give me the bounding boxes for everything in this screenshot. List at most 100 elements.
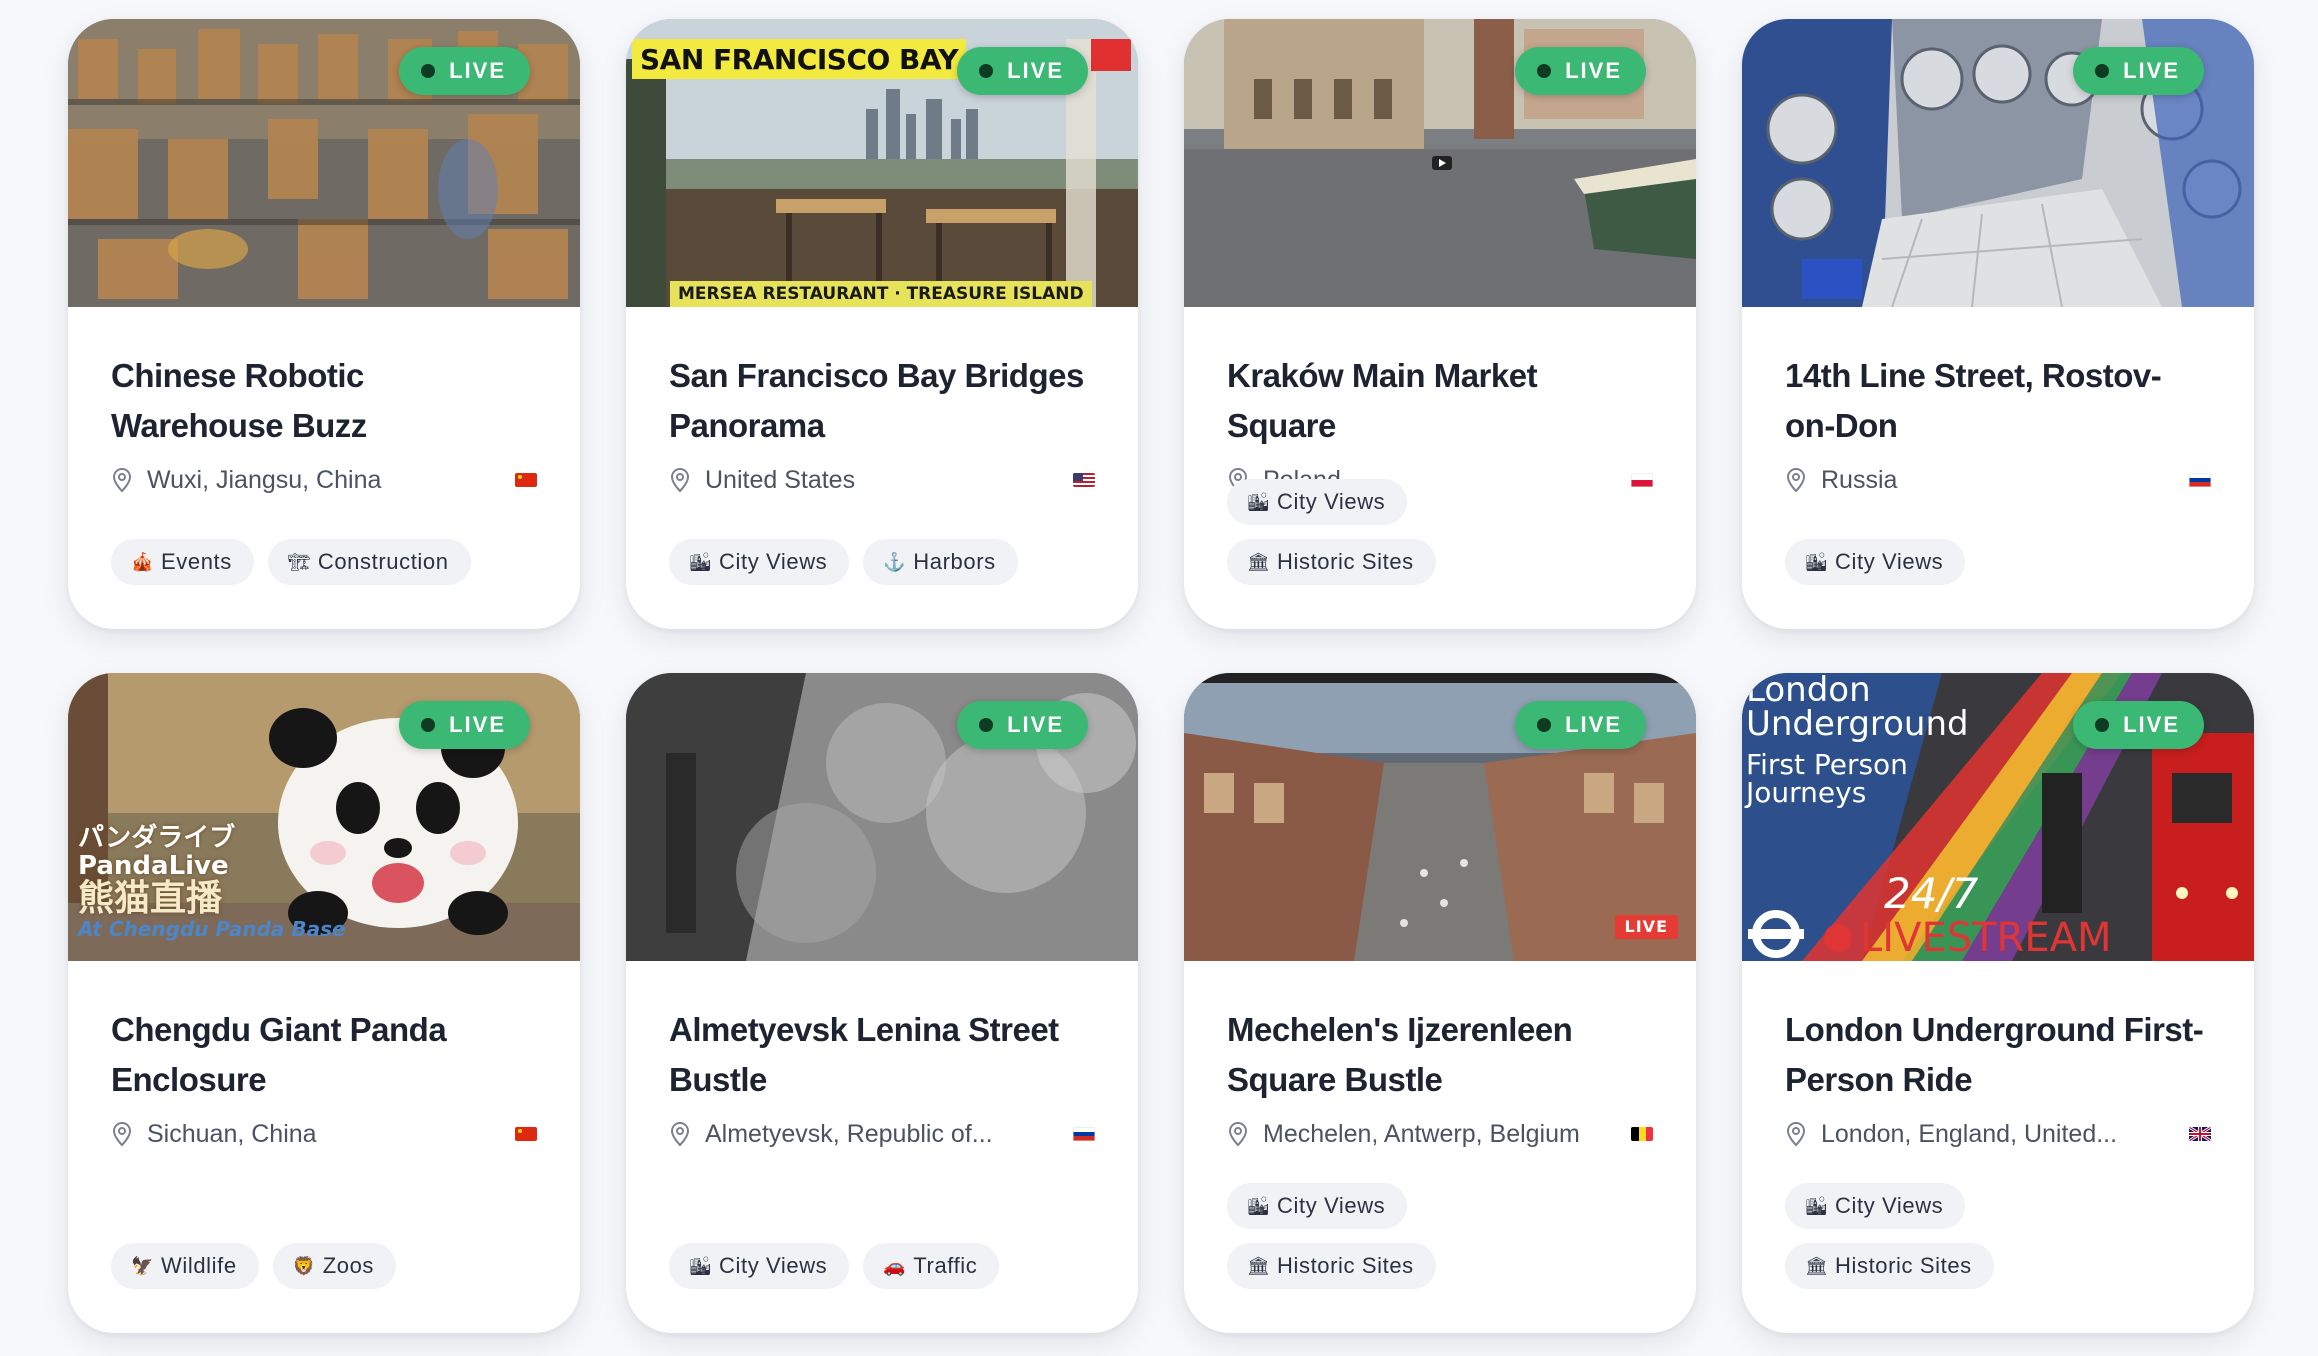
cityscape-icon: 🏙	[689, 1256, 713, 1276]
cityscape-icon: 🏙	[689, 552, 713, 572]
classical-building-icon: 🏛	[1247, 552, 1271, 572]
tag-historic-sites[interactable]: 🏛 Historic Sites	[1227, 539, 1436, 585]
classical-building-icon: 🏛	[1805, 1256, 1829, 1276]
tag-city-views[interactable]: 🏙 City Views	[1227, 1183, 1408, 1229]
tag-list: 🏙 City Views	[1785, 539, 2211, 585]
tag-list: 🏙 City Views 🏛 Historic Sites	[1785, 1183, 2211, 1289]
live-dot-icon	[2095, 64, 2110, 78]
tag-events[interactable]: 🎪 Events	[111, 539, 254, 585]
stream-card[interactable]: LIVE 14th Line Street, Rostov-on-Don Rus…	[1742, 19, 2254, 629]
belgium-flag-icon	[1631, 1127, 1653, 1141]
live-badge: LIVE	[1515, 47, 1646, 95]
live-badge: LIVE	[2073, 47, 2204, 95]
thumbnail-caption: パンダライブ PandaLive 熊猫直播 At Chengdu Panda B…	[78, 823, 346, 941]
live-badge: LIVE	[399, 47, 530, 95]
stream-location: United States	[669, 461, 1095, 499]
thumbnail-caption-hours: 24/7	[1884, 869, 1979, 918]
thumbnail-caption: London Underground First Person Journeys	[1746, 673, 1969, 809]
circus-tent-icon: 🎪	[131, 552, 155, 572]
tag-city-views[interactable]: 🏙 City Views	[1785, 1183, 1966, 1229]
stream-title[interactable]: Mechelen's Ijzerenleen Square Bustle	[1227, 1005, 1653, 1105]
tag-wildlife[interactable]: 🦅 Wildlife	[111, 1243, 259, 1289]
tag-historic-sites[interactable]: 🏛 Historic Sites	[1227, 1243, 1436, 1289]
tag-construction[interactable]: 🏗 Construction	[267, 539, 471, 585]
crane-icon: 🏗	[287, 552, 312, 572]
anchor-icon: ⚓	[883, 552, 907, 572]
cityscape-icon: 🏙	[1805, 1196, 1829, 1216]
cityscape-icon: 🏙	[1805, 552, 1829, 572]
live-badge: LIVE	[957, 701, 1088, 749]
live-badge: LIVE	[2073, 701, 2204, 749]
stream-title[interactable]: Almetyevsk Lenina Street Bustle	[669, 1005, 1095, 1105]
live-badge: LIVE	[399, 701, 530, 749]
tag-historic-sites[interactable]: 🏛 Historic Sites	[1785, 1243, 1994, 1289]
stream-card[interactable]: LIVE LIVE Mechelen's Ijzerenleen Square …	[1184, 673, 1696, 1333]
cityscape-icon: 🏙	[1247, 492, 1271, 512]
tag-city-views[interactable]: 🏙 City Views	[669, 1243, 850, 1289]
uk-flag-icon	[2189, 1127, 2211, 1141]
stream-thumbnail[interactable]: LIVE	[626, 673, 1138, 961]
stream-location: London, England, United...	[1785, 1115, 2211, 1153]
thumbnail-banner-top: SAN FRANCISCO BAY	[632, 39, 967, 79]
location-pin-icon	[1228, 1121, 1248, 1147]
stream-thumbnail[interactable]: LIVE	[1742, 19, 2254, 307]
tag-city-views[interactable]: 🏙 City Views	[1227, 479, 1408, 525]
tag-list: 🦅 Wildlife 🦁 Zoos	[111, 1243, 537, 1289]
live-dot-icon	[421, 64, 436, 78]
location-pin-icon	[670, 467, 690, 493]
tag-traffic[interactable]: 🚗 Traffic	[863, 1243, 1000, 1289]
stream-thumbnail[interactable]: SAN FRANCISCO BAY MERSEA RESTAURANT · TR…	[626, 19, 1138, 307]
stream-thumbnail[interactable]: LIVE	[1184, 19, 1696, 307]
location-pin-icon	[112, 1121, 132, 1147]
eagle-icon: 🦅	[131, 1256, 155, 1276]
stream-location: Mechelen, Antwerp, Belgium	[1227, 1115, 1653, 1153]
stream-title[interactable]: London Underground First-Person Ride	[1785, 1005, 2211, 1105]
cityscape-icon: 🏙	[1247, 1196, 1271, 1216]
stream-thumbnail[interactable]: パンダライブ PandaLive 熊猫直播 At Chengdu Panda B…	[68, 673, 580, 961]
record-dot-icon	[1824, 924, 1852, 952]
location-pin-icon	[1786, 1121, 1806, 1147]
live-dot-icon	[421, 718, 436, 732]
stream-card[interactable]: SAN FRANCISCO BAY MERSEA RESTAURANT · TR…	[626, 19, 1138, 629]
stream-card[interactable]: London Underground First Person Journeys…	[1742, 673, 2254, 1333]
tag-list: 🏙 City Views 🏛 Historic Sites	[1227, 479, 1653, 585]
lion-icon: 🦁	[292, 1256, 316, 1276]
tag-list: 🏙 City Views 🏛 Historic Sites	[1227, 1183, 1653, 1289]
stream-thumbnail[interactable]: LIVE LIVE	[1184, 673, 1696, 961]
stream-title[interactable]: Kraków Main Market Square	[1227, 351, 1653, 451]
stream-grid: LIVE Chinese Robotic Warehouse Buzz Wuxi…	[68, 19, 2254, 1333]
tag-city-views[interactable]: 🏙 City Views	[1785, 539, 1966, 585]
thumbnail-live-label: LIVE	[1614, 915, 1678, 939]
car-icon: 🚗	[883, 1256, 907, 1276]
stream-location: Wuxi, Jiangsu, China	[111, 461, 537, 499]
china-flag-icon	[515, 1127, 537, 1141]
live-dot-icon	[979, 64, 994, 78]
tag-list: 🎪 Events 🏗 Construction	[111, 539, 537, 585]
stream-thumbnail[interactable]: London Underground First Person Journeys…	[1742, 673, 2254, 961]
tag-zoos[interactable]: 🦁 Zoos	[272, 1243, 397, 1289]
thumbnail-caption-livestream: LIVESTREAM	[1824, 915, 2111, 961]
stream-card[interactable]: LIVE Kraków Main Market Square Poland 🏙C…	[1184, 19, 1696, 629]
tag-city-views[interactable]: 🏙 City Views	[669, 539, 850, 585]
stream-card[interactable]: LIVE Chinese Robotic Warehouse Buzz Wuxi…	[68, 19, 580, 629]
live-dot-icon	[1537, 64, 1552, 78]
russia-flag-icon	[2189, 473, 2211, 487]
stream-location: Sichuan, China	[111, 1115, 537, 1153]
stream-thumbnail[interactable]: LIVE	[68, 19, 580, 307]
live-badge: LIVE	[1515, 701, 1646, 749]
live-dot-icon	[2095, 718, 2110, 732]
location-pin-icon	[670, 1121, 690, 1147]
stream-card[interactable]: パンダライブ PandaLive 熊猫直播 At Chengdu Panda B…	[68, 673, 580, 1333]
classical-building-icon: 🏛	[1247, 1256, 1271, 1276]
stream-title[interactable]: 14th Line Street, Rostov-on-Don	[1785, 351, 2211, 451]
tag-harbors[interactable]: ⚓ Harbors	[863, 539, 1018, 585]
stream-title[interactable]: San Francisco Bay Bridges Panorama	[669, 351, 1095, 451]
stream-title[interactable]: Chinese Robotic Warehouse Buzz	[111, 351, 537, 451]
live-badge: LIVE	[957, 47, 1088, 95]
underground-roundel-icon	[1748, 910, 1804, 958]
stream-card[interactable]: LIVE Almetyevsk Lenina Street Bustle Alm…	[626, 673, 1138, 1333]
stream-location: Russia	[1785, 461, 2211, 499]
tag-list: 🏙 City Views ⚓ Harbors	[669, 539, 1095, 585]
stream-title[interactable]: Chengdu Giant Panda Enclosure	[111, 1005, 537, 1105]
tag-list: 🏙 City Views 🚗 Traffic	[669, 1243, 1095, 1289]
